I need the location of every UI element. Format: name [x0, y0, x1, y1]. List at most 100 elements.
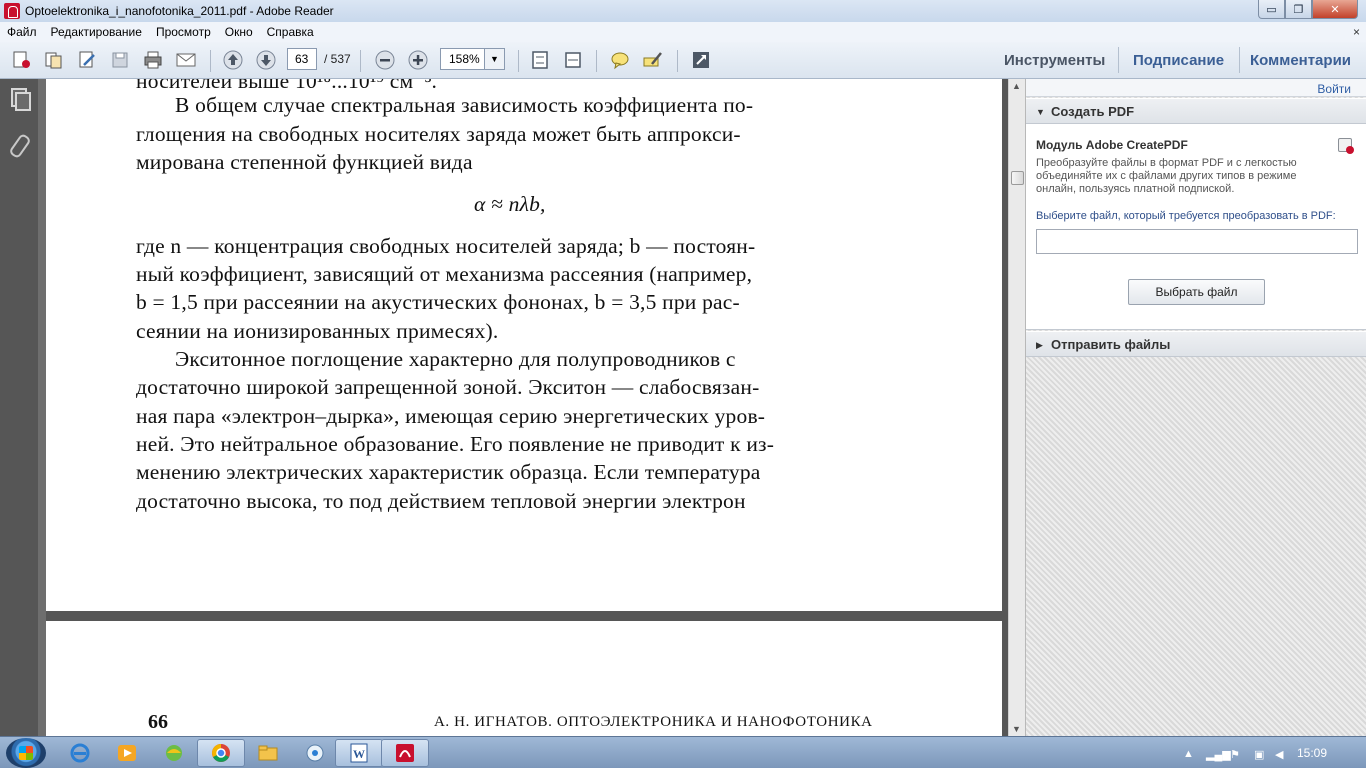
create-button[interactable]: [8, 47, 34, 73]
sign-pane-link[interactable]: Подписание: [1133, 52, 1224, 69]
adobe-reader-window: Optoelektronika_i_nanofotonika_2011.pdf …: [0, 0, 1366, 768]
navigation-pane: [0, 79, 38, 736]
module-description: Преобразуйте файлы в формат PDF и с легк…: [1036, 157, 1297, 195]
highlight-button[interactable]: [640, 47, 666, 73]
zoom-select[interactable]: 158% ▼: [440, 48, 505, 70]
toolbar-separator: [210, 50, 211, 72]
flag-icon[interactable]: ⚑: [1230, 748, 1240, 761]
selected-file-field[interactable]: [1036, 229, 1358, 254]
minimize-button[interactable]: ▭: [1258, 0, 1285, 19]
menu-window[interactable]: Окно: [218, 25, 260, 39]
save-button[interactable]: [107, 47, 133, 73]
volume-icon[interactable]: ◀: [1275, 748, 1283, 761]
vertical-scrollbar[interactable]: ▲ ▼: [1008, 79, 1025, 736]
create-pdf-label: Создать PDF: [1051, 104, 1135, 119]
fit-width-button[interactable]: [560, 47, 586, 73]
minus-circle-icon: [375, 50, 395, 70]
app-icon: [166, 745, 182, 761]
page-number: 66: [148, 711, 168, 733]
comments-pane-link[interactable]: Комментарии: [1250, 52, 1351, 69]
clock[interactable]: 15:09: [1297, 746, 1327, 760]
paragraph-line: достаточно высока, то под действием тепл…: [136, 489, 746, 513]
menu-bar: Файл Редактирование Просмотр Окно Справк…: [0, 22, 1366, 42]
media-player-icon: [118, 745, 136, 761]
tools-pane-link[interactable]: Инструменты: [1004, 52, 1105, 69]
next-page-button[interactable]: [253, 47, 279, 73]
scrollbar-thumb[interactable]: [1011, 171, 1024, 185]
expand-icon: [693, 52, 709, 68]
chevron-down-icon[interactable]: ▼: [484, 49, 504, 69]
paragraph-line: носителей выше 10¹⁸...10¹⁹ см⁻³.: [136, 79, 438, 93]
pdf-page: носителей выше 10¹⁸...10¹⁹ см⁻³. В общем…: [46, 79, 1002, 611]
taskbar-ie[interactable]: [56, 739, 104, 767]
paragraph-line: достаточно широкой запрещенной зоной. Эк…: [136, 375, 760, 399]
envelope-icon: [176, 53, 196, 67]
scroll-up-icon[interactable]: ▲: [1012, 81, 1021, 91]
create-pdf-panel-header[interactable]: ▼ Создать PDF: [1026, 98, 1366, 124]
paragraph-line: мирована степенной функцией вида: [136, 150, 473, 174]
select-file-button[interactable]: Выбрать файл: [1128, 279, 1265, 305]
module-title: Модуль Adobe CreatePDF: [1036, 138, 1188, 152]
menu-file[interactable]: Файл: [0, 25, 44, 39]
menu-help[interactable]: Справка: [260, 25, 321, 39]
paragraph-line: b = 1,5 при рассеянии на акустических фо…: [136, 290, 740, 314]
taskbar-app2[interactable]: [291, 739, 339, 767]
print-button[interactable]: [140, 47, 166, 73]
running-head: А. Н. ИГНАТОВ. ОПТОЭЛЕКТРОНИКА И НАНОФОТ…: [434, 714, 873, 730]
network-icon[interactable]: ▣: [1254, 748, 1264, 761]
menu-view[interactable]: Просмотр: [149, 25, 218, 39]
page-number-input[interactable]: 63: [287, 48, 317, 70]
menu-edit[interactable]: Редактирование: [44, 25, 149, 39]
arrow-down-icon: [256, 50, 276, 70]
toolbar-separator: [1118, 47, 1119, 73]
taskbar-app[interactable]: [150, 739, 198, 767]
zoom-out-button[interactable]: [372, 47, 398, 73]
close-button[interactable]: ✕: [1312, 0, 1358, 19]
signal-icon[interactable]: ▂▄▆: [1206, 748, 1231, 761]
full-screen-button[interactable]: [688, 47, 714, 73]
zoom-in-button[interactable]: [405, 47, 431, 73]
plus-circle-icon: [408, 50, 428, 70]
sign-in-link[interactable]: Войти: [1317, 82, 1351, 96]
taskbar-adobe-reader[interactable]: [381, 739, 429, 767]
maximize-button[interactable]: ❐: [1285, 0, 1312, 19]
paragraph-line: В общем случае спектральная зависимость …: [175, 93, 754, 117]
email-button[interactable]: [173, 47, 199, 73]
edit-button[interactable]: [74, 47, 100, 73]
navigation-divider: [38, 79, 46, 736]
folder-icon: [258, 745, 278, 761]
paragraph-line: ный коэффициент, зависящий от механизма …: [136, 262, 753, 286]
page-thumbnails-icon[interactable]: [9, 88, 31, 111]
toolbar-separator: [596, 50, 597, 72]
taskbar-explorer[interactable]: [244, 739, 292, 767]
paragraph-line: Экситонное поглощение характерно для пол…: [175, 347, 736, 371]
paperclip-icon[interactable]: [9, 134, 29, 156]
save-icon: [112, 52, 128, 68]
paragraph-line: ная пара «электрон–дырка», имеющая серию…: [136, 404, 766, 428]
send-files-panel-header[interactable]: ▶ Отправить файлы: [1026, 331, 1366, 357]
combine-button[interactable]: [41, 47, 67, 73]
word-icon: W: [350, 743, 368, 763]
fit-page-icon: [532, 51, 548, 69]
start-button[interactable]: [6, 738, 46, 768]
window-controls: ▭ ❐ ✕: [1258, 0, 1358, 19]
fit-width-icon: [565, 52, 581, 68]
taskbar-chrome[interactable]: [197, 739, 245, 767]
arrow-up-icon: [223, 50, 243, 70]
taskbar-media-player[interactable]: [103, 739, 151, 767]
paragraph-line: сеянии на ионизированных примесях).: [136, 319, 499, 343]
fit-page-button[interactable]: [527, 47, 553, 73]
sticky-note-button[interactable]: [607, 47, 633, 73]
select-file-prompt: Выберите файл, который требуется преобра…: [1036, 210, 1336, 222]
scroll-down-icon[interactable]: ▼: [1012, 724, 1021, 734]
taskbar-word[interactable]: W: [335, 739, 383, 767]
document-close-button[interactable]: ×: [1353, 25, 1360, 39]
toolbar-separator: [518, 50, 519, 72]
tray-arrow-icon[interactable]: ▲: [1183, 748, 1194, 760]
title-bar: Optoelektronika_i_nanofotonika_2011.pdf …: [0, 0, 1366, 22]
document-view[interactable]: носителей выше 10¹⁸...10¹⁹ см⁻³. В общем…: [46, 79, 1008, 736]
previous-page-button[interactable]: [220, 47, 246, 73]
speech-bubble-icon: [611, 52, 629, 70]
tools-pane: Войти ▼ Создать PDF Модуль Adobe CreateP…: [1025, 79, 1366, 736]
create-pdf-panel: Модуль Adobe CreatePDF Преобразуйте файл…: [1026, 124, 1366, 330]
